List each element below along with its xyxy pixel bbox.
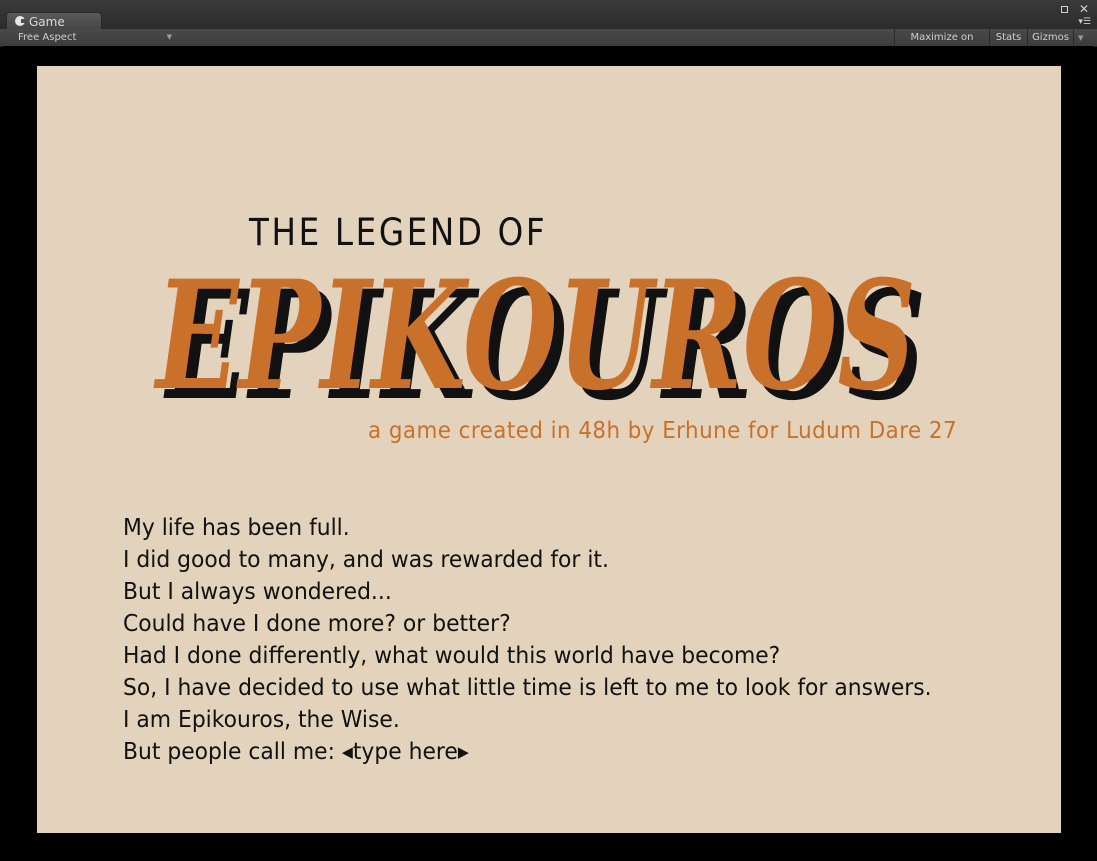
gizmos-button[interactable]: Gizmos xyxy=(1027,29,1073,46)
aspect-dropdown[interactable]: Free Aspect ▼ xyxy=(12,29,174,46)
story-line: I did good to many, and was rewarded for… xyxy=(123,547,609,573)
tab-game[interactable]: Game xyxy=(6,12,102,30)
story-line: So, I have decided to use what little ti… xyxy=(123,675,932,701)
game-icon xyxy=(15,16,26,26)
caret-left-icon: ◀ xyxy=(341,743,353,761)
chevron-down-icon: ▼ xyxy=(1078,34,1084,42)
window-controls: ✕ ▾☰ xyxy=(1061,3,1091,28)
story-line: I am Epikouros, the Wise. xyxy=(123,707,400,733)
story-line: My life has been full. xyxy=(123,515,350,541)
name-prompt-line: But people call me: ◀type here▶ xyxy=(123,736,932,768)
close-icon[interactable]: ✕ xyxy=(1079,3,1089,15)
game-toolbar: Free Aspect ▼ Maximize on Play Stats Giz… xyxy=(0,29,1097,60)
caret-right-icon: ▶ xyxy=(457,743,469,761)
maximize-on-play-button[interactable]: Maximize on Play xyxy=(894,29,989,60)
game-canvas[interactable]: THE LEGEND OF EPIKOUROS EPIKOUROS a game… xyxy=(37,66,1061,833)
name-input-placeholder: type here xyxy=(352,739,458,765)
tab-strip: Game ✕ ▾☰ xyxy=(0,0,1097,30)
epikouros-logo: EPIKOUROS EPIKOUROS xyxy=(153,256,926,416)
story-line: But I always wondered... xyxy=(123,579,392,605)
stats-button[interactable]: Stats xyxy=(989,29,1027,46)
tab-game-label: Game xyxy=(29,15,65,29)
subtitle: a game created in 48h by Erhune for Ludu… xyxy=(368,418,958,444)
menu-icon[interactable]: ▾☰ xyxy=(1078,18,1091,27)
name-prompt: But people call me: xyxy=(123,739,342,765)
story-line: Could have I done more? or better? xyxy=(123,611,511,637)
story-line: Had I done differently, what would this … xyxy=(123,643,781,669)
maximize-icon[interactable] xyxy=(1061,6,1068,13)
title-small: THE LEGEND OF xyxy=(249,211,548,254)
logo-text: EPIKOUROS xyxy=(153,256,916,416)
unity-game-window: Game ✕ ▾☰ Free Aspect ▼ Maximize on Play… xyxy=(0,0,1097,861)
story-text: My life has been full. I did good to man… xyxy=(123,512,932,768)
chevron-down-icon: ▼ xyxy=(166,33,172,41)
name-input[interactable]: ◀type here▶ xyxy=(342,736,469,768)
gizmos-dropdown[interactable]: ▼ xyxy=(1073,29,1087,46)
aspect-label: Free Aspect xyxy=(18,32,77,43)
